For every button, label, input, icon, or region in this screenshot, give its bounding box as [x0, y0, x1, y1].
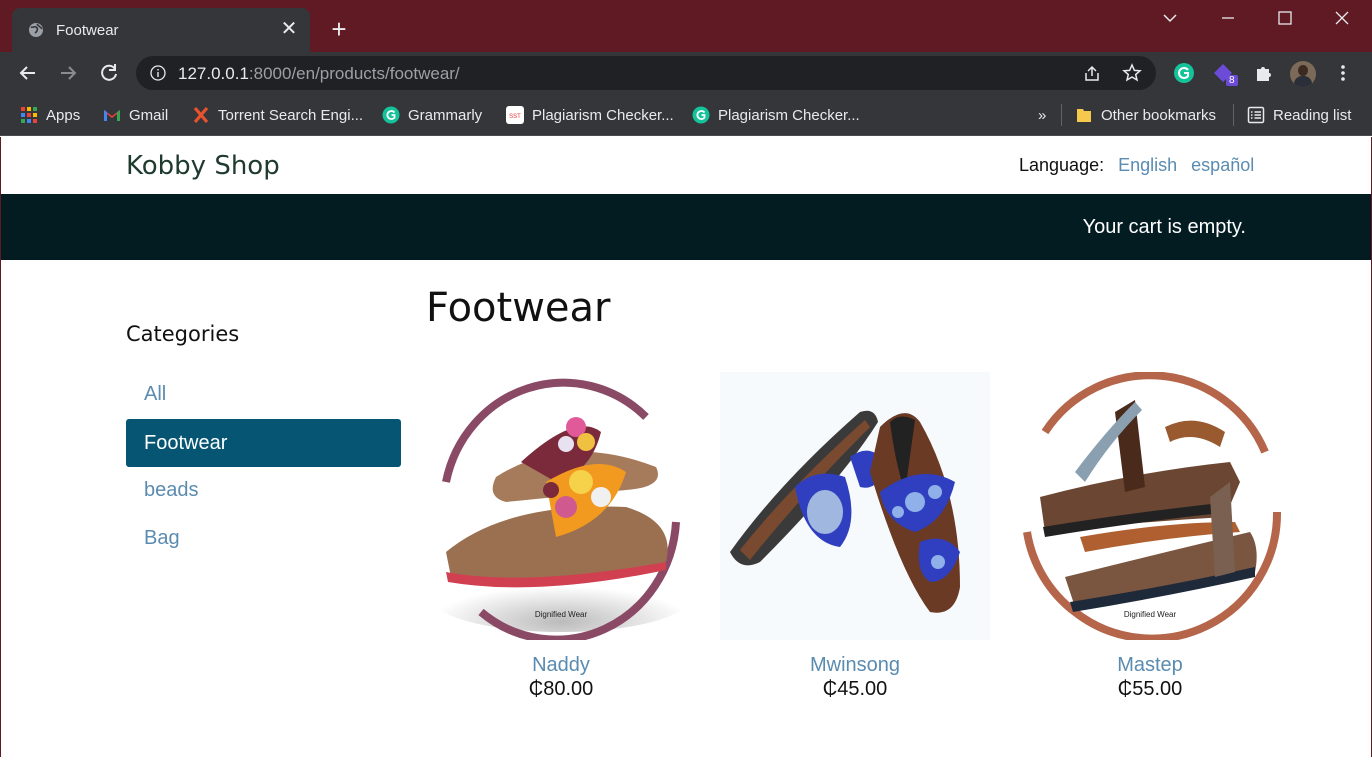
language-switcher: Language: English español: [1019, 155, 1254, 176]
product-name[interactable]: Naddy: [426, 654, 696, 677]
page-content: Kobby Shop Language: English español You…: [1, 137, 1371, 757]
product-price: ₵45.00: [822, 678, 888, 700]
extensions-puzzle-icon[interactable]: [1253, 62, 1275, 84]
bookmarks-bar: Apps Gmail Torrent Search Engi... Gramma…: [0, 94, 1372, 136]
product-image-caption: Dignified Wear: [1124, 610, 1177, 619]
category-beads[interactable]: beads: [126, 466, 401, 514]
svg-text:SST: SST: [509, 114, 521, 120]
bookmarks-divider: [1061, 104, 1062, 126]
address-bar[interactable]: 127.0.0.1:8000/en/products/footwear/: [136, 56, 1156, 90]
profile-avatar[interactable]: [1290, 61, 1316, 87]
product-image[interactable]: Dignified Wear: [1015, 371, 1285, 643]
extension-badge-icon[interactable]: 8: [1212, 62, 1242, 90]
categories-heading: Categories: [126, 322, 240, 346]
category-all[interactable]: All: [126, 370, 401, 418]
reading-list-icon: [1247, 106, 1265, 124]
minimize-icon[interactable]: [1216, 6, 1240, 30]
product-name[interactable]: Mwinsong: [720, 654, 990, 677]
product-name[interactable]: Mastep: [1015, 654, 1285, 677]
new-tab-button[interactable]: +: [326, 16, 352, 42]
bookmark-plagiarism-checker-sst[interactable]: SST Plagiarism Checker...: [506, 104, 674, 126]
language-english-link[interactable]: English: [1118, 155, 1177, 175]
grammarly-icon: [692, 106, 710, 124]
forward-icon[interactable]: [55, 60, 81, 86]
bookmark-label: Grammarly: [408, 106, 483, 124]
chrome-menu-icon[interactable]: [1332, 62, 1354, 84]
back-icon[interactable]: [15, 60, 41, 86]
sst-icon: SST: [506, 106, 524, 124]
product-image[interactable]: [720, 372, 990, 640]
reload-icon[interactable]: [96, 60, 122, 86]
grammarly-icon: [382, 106, 400, 124]
browser-toolbar: 127.0.0.1:8000/en/products/footwear/ 8: [0, 52, 1372, 94]
cart-status: Your cart is empty.: [1082, 216, 1246, 238]
language-spanish-link[interactable]: español: [1191, 155, 1254, 175]
product-image-caption: Dignified Wear: [535, 610, 588, 619]
bookmark-plagiarism-checker-grammarly[interactable]: Plagiarism Checker...: [692, 104, 860, 126]
folder-icon: [1077, 109, 1091, 122]
product-card[interactable]: Dignified Wear Naddy ₵80.00: [426, 372, 696, 700]
bookmark-label: Apps: [46, 106, 81, 124]
product-price: ₵80.00: [528, 678, 594, 700]
bookmark-torrent-search[interactable]: Torrent Search Engi...: [192, 104, 363, 126]
tab-title: Footwear: [56, 22, 119, 39]
tab-close-icon[interactable]: ✕: [278, 18, 300, 40]
url-text[interactable]: 127.0.0.1:8000/en/products/footwear/: [178, 64, 460, 84]
site-logo[interactable]: Kobby Shop: [126, 151, 280, 181]
bookmark-label: Plagiarism Checker...: [718, 106, 860, 124]
reading-list[interactable]: Reading list: [1247, 104, 1351, 126]
product-image[interactable]: Dignified Wear: [426, 372, 696, 644]
bookmark-label: Gmail: [129, 106, 169, 124]
category-footwear[interactable]: Footwear: [126, 419, 401, 467]
gmail-icon: [104, 110, 120, 121]
globe-icon: [29, 23, 43, 37]
extension-badge-count: 8: [1226, 75, 1238, 86]
product-price: ₵55.00: [1117, 678, 1183, 700]
product-card[interactable]: Mwinsong ₵45.00: [720, 372, 990, 700]
bookmarks-divider: [1233, 104, 1234, 126]
bookmark-label: Other bookmarks: [1101, 106, 1217, 124]
bookmark-grammarly[interactable]: Grammarly: [382, 104, 482, 126]
bookmark-star-icon[interactable]: [1122, 63, 1142, 83]
bookmark-label: Plagiarism Checker...: [532, 106, 674, 124]
more-bookmarks-button[interactable]: »: [1038, 104, 1046, 126]
browser-titlebar: Footwear ✕ +: [0, 0, 1372, 52]
maximize-icon[interactable]: [1273, 6, 1297, 30]
tab-search-chevron-icon[interactable]: [1158, 6, 1182, 30]
site-info-icon[interactable]: [150, 65, 166, 81]
cart-bar: Your cart is empty.: [1, 194, 1371, 260]
other-bookmarks[interactable]: Other bookmarks: [1075, 104, 1216, 126]
page-title: Footwear: [426, 285, 611, 331]
bookmark-apps[interactable]: Apps: [20, 104, 80, 126]
window-close-icon[interactable]: [1330, 6, 1354, 30]
language-label: Language:: [1019, 155, 1105, 175]
product-card[interactable]: Dignified Wear Mastep ₵55.00: [1015, 371, 1285, 700]
apps-grid-icon: [21, 107, 37, 123]
bookmark-gmail[interactable]: Gmail: [103, 104, 168, 126]
x-icon: [193, 106, 209, 124]
share-icon[interactable]: [1082, 64, 1102, 84]
bookmark-label: Reading list: [1273, 106, 1352, 124]
category-bag[interactable]: Bag: [126, 514, 401, 562]
browser-tab[interactable]: Footwear ✕: [12, 8, 310, 52]
grammarly-extension-icon[interactable]: [1173, 62, 1195, 84]
bookmark-label: Torrent Search Engi...: [218, 106, 364, 124]
